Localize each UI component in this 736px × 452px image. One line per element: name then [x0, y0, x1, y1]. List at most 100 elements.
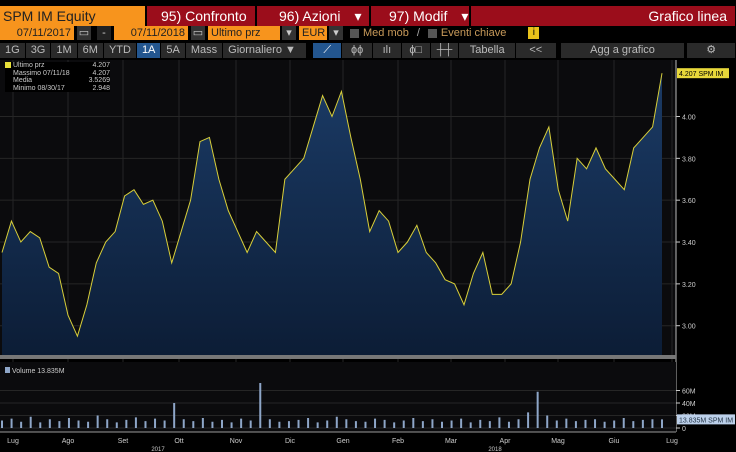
last-price-label: 4.207 SPM IM	[679, 71, 724, 78]
volume-bar	[326, 420, 329, 428]
volume-bar	[173, 403, 176, 428]
volume-bar	[498, 417, 501, 428]
top-bar: SPM IM Equity 95) Confronto 96) Azioni ▾ …	[0, 6, 736, 26]
volume-bar	[278, 421, 281, 428]
volume-bar	[584, 419, 587, 428]
volume-bar	[115, 422, 118, 428]
volume-bar	[154, 418, 157, 428]
volume-bar	[565, 418, 568, 428]
x-tick-label: Dic	[285, 438, 296, 445]
table-button[interactable]: Tabella	[459, 43, 515, 58]
volume-bar	[412, 418, 415, 428]
volume-bar	[402, 420, 405, 428]
crosshair-icon[interactable]: ┼┼	[430, 43, 459, 58]
line-chart-icon[interactable]: ⟋	[313, 43, 342, 58]
volume-bar	[249, 420, 252, 428]
period-tab-5a[interactable]: 5A	[161, 43, 185, 58]
year-label: 2018	[488, 447, 502, 452]
volume-bar	[287, 421, 290, 428]
volume-bar	[622, 418, 625, 428]
modify-label: 97) Modif	[389, 8, 448, 24]
actions-button[interactable]: 96) Azioni ▾	[257, 6, 369, 26]
volume-bar	[641, 419, 644, 428]
volume-area	[0, 362, 676, 432]
bar-chart-icon[interactable]: ılı	[372, 43, 401, 58]
settings-icon[interactable]: ⚙	[687, 43, 736, 58]
date-separator: -	[97, 26, 111, 40]
toolbar: 1G 3G 1M 6M YTD 1A 5A Mass Giornaliero ▼ ⟋ ɸɸ ı…	[0, 43, 736, 58]
volume-bar	[661, 419, 663, 428]
period-tab-6m[interactable]: 6M	[77, 43, 103, 58]
x-tick-label: Set	[118, 438, 129, 445]
volume-bar	[134, 417, 137, 428]
panel-divider	[0, 355, 676, 359]
volume-bar	[393, 422, 396, 428]
volume-bar	[479, 419, 482, 428]
y-tick-label: 3.60	[682, 198, 696, 205]
volume-bar	[594, 419, 597, 428]
volume-bar	[221, 419, 223, 428]
volume-bar	[259, 383, 262, 428]
volume-bar	[603, 421, 606, 428]
frequency-select[interactable]: Giornaliero ▼	[223, 43, 307, 58]
add-to-chart-button[interactable]: Agg a grafico	[560, 43, 685, 58]
calendar-icon[interactable]: ▭	[77, 26, 91, 40]
compare-button[interactable]: 95) Confronto	[147, 6, 255, 26]
eventi-checkbox[interactable]	[427, 28, 437, 38]
y-tick-label: 3.40	[682, 240, 696, 247]
volume-bar	[144, 421, 147, 428]
period-tab-1m[interactable]: 1M	[51, 43, 77, 58]
period-tab-mass[interactable]: Mass	[185, 43, 223, 58]
volume-bar	[10, 418, 13, 428]
chevron-down-icon[interactable]: ▾	[282, 26, 296, 40]
volume-bar	[374, 418, 377, 428]
year-label: 2017	[151, 447, 165, 452]
volume-bar	[192, 421, 195, 428]
period-tab-ytd[interactable]: YTD	[103, 43, 136, 58]
end-date-input[interactable]: 07/11/2018	[114, 26, 188, 40]
volume-bar	[507, 421, 510, 428]
last-volume-label: 13.835M SPM IM	[679, 417, 733, 424]
volume-bar	[354, 421, 357, 428]
calendar-icon[interactable]: ▭	[191, 26, 205, 40]
volume-bar	[517, 419, 520, 428]
period-tab-1a[interactable]: 1A	[136, 43, 161, 58]
volume-bar	[77, 420, 80, 428]
price-chart[interactable]: 4.00 3.80 3.60 3.40 3.20 3.00 4.207 SPM IM 60M 4…	[0, 60, 736, 452]
volume-bar	[240, 418, 243, 428]
volume-tick-label: 0	[682, 426, 686, 433]
med-mob-checkbox[interactable]	[350, 28, 359, 38]
volume-bar	[201, 418, 204, 428]
info-icon[interactable]: i	[528, 27, 540, 39]
currency-select[interactable]: EUR	[299, 26, 327, 40]
period-tab-3g[interactable]: 3G	[25, 43, 51, 58]
volume-bar	[345, 419, 348, 428]
x-tick-label: Feb	[392, 438, 404, 445]
volume-bar	[441, 421, 443, 428]
period-tabs: 1G 3G 1M 6M YTD 1A 5A Mass	[0, 43, 223, 58]
period-tab-1g[interactable]: 1G	[0, 43, 25, 58]
volume-bar	[613, 420, 616, 428]
chevron-down-icon[interactable]: ▾	[329, 26, 343, 40]
volume-bar	[1, 420, 3, 428]
chevron-down-icon: ▾	[461, 8, 469, 24]
y-tick-label: 3.20	[682, 282, 696, 289]
x-tick-label: Ago	[62, 438, 75, 445]
annotation-icon[interactable]: ɸ□	[401, 43, 430, 58]
x-tick-label: Ott	[174, 438, 183, 445]
ticker-field[interactable]: SPM IM Equity	[0, 6, 145, 26]
start-date-input[interactable]: 07/11/2017	[0, 26, 74, 40]
x-tick-label: Giu	[609, 438, 620, 445]
legend-item: Massimo 07/11/18 4.207	[13, 69, 110, 77]
pencil-icon[interactable]: /	[417, 27, 420, 39]
volume-bar	[421, 421, 424, 428]
modify-button[interactable]: 97) Modif ▾	[371, 6, 469, 26]
volume-bar	[163, 420, 166, 428]
collapse-button[interactable]: <<	[515, 43, 556, 58]
field-select[interactable]: Ultimo prz	[208, 26, 280, 40]
volume-bar	[527, 412, 530, 428]
chart-type-label[interactable]: Grafico linea	[471, 6, 735, 26]
actions-label: 96) Azioni	[279, 8, 341, 24]
candlestick-icon[interactable]: ɸɸ	[342, 43, 372, 58]
volume-bar	[488, 421, 491, 428]
